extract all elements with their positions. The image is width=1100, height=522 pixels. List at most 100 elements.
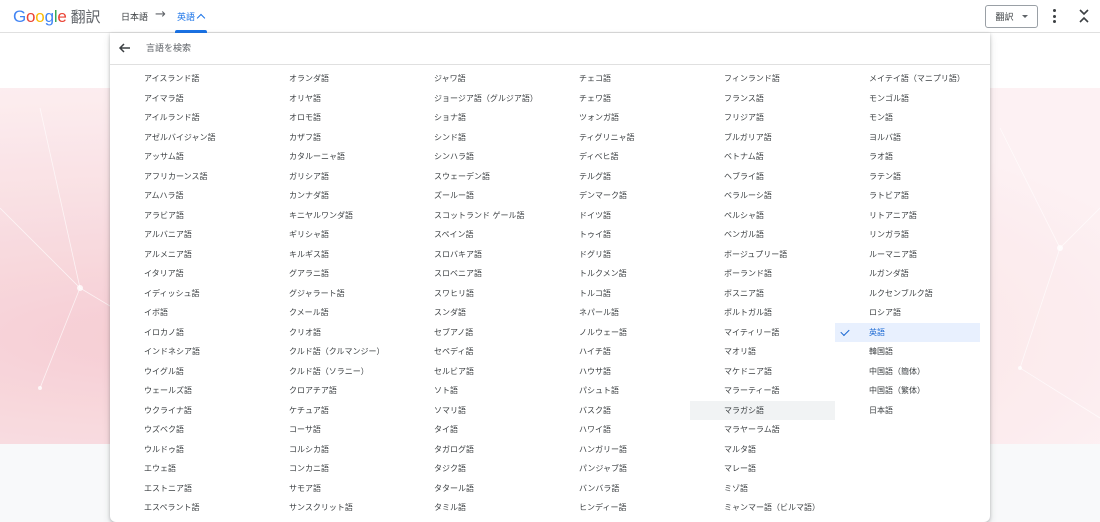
language-option[interactable]: ドイツ語	[545, 206, 690, 226]
language-option[interactable]: マラーティー語	[690, 381, 835, 401]
language-option[interactable]: マラヤーラム語	[690, 420, 835, 440]
language-option[interactable]: ラトビア語	[835, 186, 980, 206]
language-option[interactable]: アイマラ語	[110, 89, 255, 109]
language-option[interactable]: ハワイ語	[545, 420, 690, 440]
language-option[interactable]: ベラルーシ語	[690, 186, 835, 206]
language-option[interactable]: パンジャブ語	[545, 459, 690, 479]
language-option[interactable]: 日本語	[835, 401, 980, 421]
language-option[interactable]: コンカニ語	[255, 459, 400, 479]
language-option[interactable]: ウズベク語	[110, 420, 255, 440]
language-option[interactable]: ウルドゥ語	[110, 440, 255, 460]
language-option[interactable]: ツォンガ語	[545, 108, 690, 128]
language-option[interactable]: マルタ語	[690, 440, 835, 460]
language-option[interactable]: ウクライナ語	[110, 401, 255, 421]
language-option[interactable]: ミゾ語	[690, 479, 835, 499]
language-option[interactable]: アフリカーンス語	[110, 167, 255, 187]
more-vert-icon[interactable]	[1050, 9, 1058, 23]
language-option[interactable]: ヘブライ語	[690, 167, 835, 187]
language-option[interactable]: ヨルバ語	[835, 128, 980, 148]
language-option[interactable]: オランダ語	[255, 69, 400, 89]
language-option[interactable]: トゥイ語	[545, 225, 690, 245]
language-option[interactable]: スワヒリ語	[400, 284, 545, 304]
language-option[interactable]: アラビア語	[110, 206, 255, 226]
arrow-left-icon[interactable]	[118, 41, 132, 55]
language-option[interactable]: ボージュプリー語	[690, 245, 835, 265]
language-option[interactable]: モンゴル語	[835, 89, 980, 109]
language-option[interactable]: マレー語	[690, 459, 835, 479]
language-option[interactable]: ネパール語	[545, 303, 690, 323]
language-option[interactable]: マケドニア語	[690, 362, 835, 382]
language-option[interactable]: ベンガル語	[690, 225, 835, 245]
language-option[interactable]: 中国語（繁体）	[835, 381, 980, 401]
language-option[interactable]: パシュト語	[545, 381, 690, 401]
source-language-button[interactable]: 日本語	[121, 10, 148, 23]
language-option[interactable]: スコットランド ゲール語	[400, 206, 545, 226]
language-option[interactable]: イタリア語	[110, 264, 255, 284]
language-option[interactable]: カザフ語	[255, 128, 400, 148]
language-option[interactable]: リトアニア語	[835, 206, 980, 226]
language-option[interactable]: ノルウェー語	[545, 323, 690, 343]
language-option[interactable]: フランス語	[690, 89, 835, 109]
language-option[interactable]: コーサ語	[255, 420, 400, 440]
language-option[interactable]: シンド語	[400, 128, 545, 148]
language-option[interactable]: フィンランド語	[690, 69, 835, 89]
language-option[interactable]: ルクセンブルク語	[835, 284, 980, 304]
language-option[interactable]: デンマーク語	[545, 186, 690, 206]
language-option[interactable]: ズールー語	[400, 186, 545, 206]
language-option[interactable]: テルグ語	[545, 167, 690, 187]
language-option[interactable]: ミャンマー語（ビルマ語）	[690, 498, 835, 518]
language-option[interactable]: セルビア語	[400, 362, 545, 382]
language-option[interactable]: エウェ語	[110, 459, 255, 479]
language-option[interactable]: マラガシ語	[690, 400, 835, 420]
language-option[interactable]: ルガンダ語	[835, 264, 980, 284]
language-option[interactable]: タミル語	[400, 498, 545, 518]
language-option[interactable]: クメール語	[255, 303, 400, 323]
language-option[interactable]: カンナダ語	[255, 186, 400, 206]
language-option[interactable]: チェコ語	[545, 69, 690, 89]
language-option[interactable]: イロカノ語	[110, 323, 255, 343]
language-option[interactable]: エストニア語	[110, 479, 255, 499]
language-option[interactable]: マオリ語	[690, 342, 835, 362]
language-option[interactable]: ウェールズ語	[110, 381, 255, 401]
language-option[interactable]: バスク語	[545, 401, 690, 421]
language-option[interactable]: ブルガリア語	[690, 128, 835, 148]
language-option[interactable]: サンスクリット語	[255, 498, 400, 518]
language-option[interactable]: クルド語（クルマンジー）	[255, 342, 400, 362]
language-option[interactable]: ハイチ語	[545, 342, 690, 362]
language-option[interactable]: エスペラント語	[110, 498, 255, 518]
language-option[interactable]: 韓国語	[835, 342, 980, 362]
language-option[interactable]: アムハラ語	[110, 186, 255, 206]
language-option[interactable]: トルクメン語	[545, 264, 690, 284]
language-option[interactable]: ルーマニア語	[835, 245, 980, 265]
language-option[interactable]: スンダ語	[400, 303, 545, 323]
language-option[interactable]: セブアノ語	[400, 323, 545, 343]
language-option[interactable]: ジャワ語	[400, 69, 545, 89]
language-option[interactable]: ラテン語	[835, 167, 980, 187]
language-option[interactable]: トルコ語	[545, 284, 690, 304]
language-option[interactable]: タタール語	[400, 479, 545, 499]
language-option[interactable]: ベトナム語	[690, 147, 835, 167]
language-option[interactable]: コルシカ語	[255, 440, 400, 460]
language-option[interactable]: スウェーデン語	[400, 167, 545, 187]
language-option[interactable]: ソマリ語	[400, 401, 545, 421]
collapse-icon[interactable]	[1078, 8, 1090, 24]
language-option[interactable]: アイスランド語	[110, 69, 255, 89]
language-option[interactable]: ディベヒ語	[545, 147, 690, 167]
language-option[interactable]: オロモ語	[255, 108, 400, 128]
language-option[interactable]: ガリシア語	[255, 167, 400, 187]
language-option[interactable]: ソト語	[400, 381, 545, 401]
language-option[interactable]: クルド語（ソラニー）	[255, 362, 400, 382]
language-option[interactable]: ティグリニャ語	[545, 128, 690, 148]
language-option[interactable]: ハンガリー語	[545, 440, 690, 460]
language-option[interactable]: グアラニ語	[255, 264, 400, 284]
language-option[interactable]: ギリシャ語	[255, 225, 400, 245]
language-option[interactable]: ウイグル語	[110, 362, 255, 382]
language-option[interactable]: タイ語	[400, 420, 545, 440]
language-option[interactable]: アゼルバイジャン語	[110, 128, 255, 148]
target-language-button[interactable]: 英語	[177, 10, 206, 23]
language-option[interactable]: ロシア語	[835, 303, 980, 323]
google-translate-logo[interactable]: Google 翻訳	[13, 6, 100, 27]
language-option[interactable]: タガログ語	[400, 440, 545, 460]
language-option[interactable]: ヒンディー語	[545, 498, 690, 518]
language-option[interactable]: オリヤ語	[255, 89, 400, 109]
